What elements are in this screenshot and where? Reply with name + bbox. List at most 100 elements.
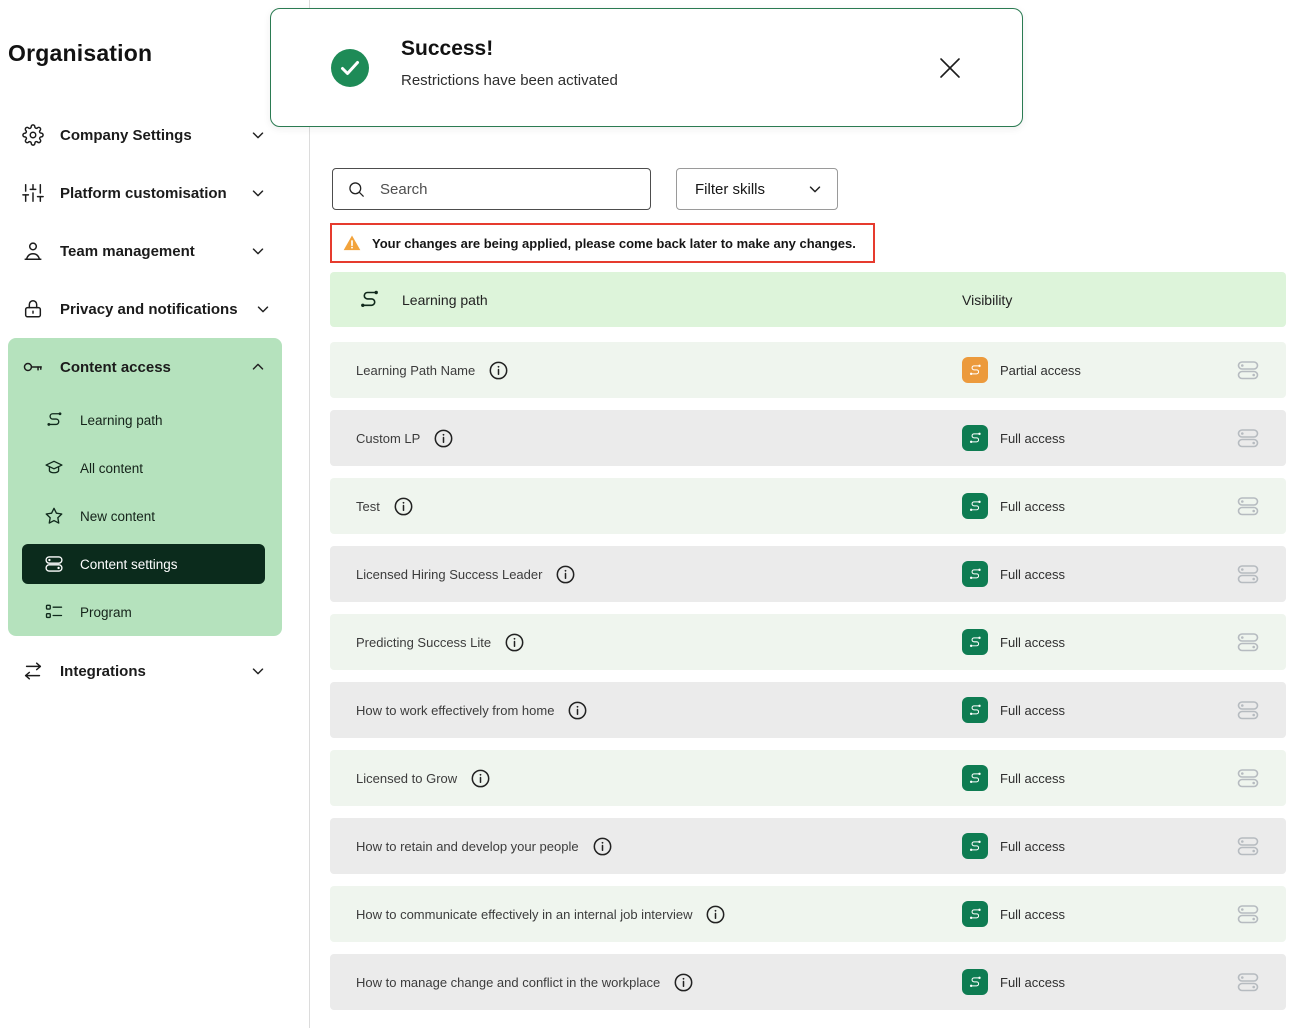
sidebar: Organisation Company Settings Platform c… bbox=[0, 0, 310, 1028]
sidebar-item-learning-path[interactable]: Learning path bbox=[8, 396, 282, 444]
sliders-icon bbox=[22, 182, 44, 204]
info-icon[interactable] bbox=[568, 701, 587, 720]
person-icon bbox=[22, 240, 44, 262]
info-icon[interactable] bbox=[471, 769, 490, 788]
sidebar-item-all-content[interactable]: All content bbox=[8, 444, 282, 492]
close-icon[interactable] bbox=[936, 54, 964, 82]
table-header-row: Learning path Visibility bbox=[330, 272, 1286, 327]
access-label: Partial access bbox=[1000, 363, 1081, 378]
sidebar-item-privacy-notifications[interactable]: Privacy and notifications bbox=[0, 280, 309, 338]
info-icon[interactable] bbox=[674, 973, 693, 992]
search-input[interactable] bbox=[378, 180, 636, 199]
key-icon bbox=[22, 356, 44, 378]
table-row: Custom LP Full access bbox=[330, 410, 1286, 466]
access-badge-icon bbox=[962, 697, 988, 723]
toast-title: Success! bbox=[401, 37, 618, 61]
sidebar-item-content-access[interactable]: Content access bbox=[8, 338, 282, 396]
toggle-icon[interactable] bbox=[1234, 902, 1262, 926]
row-title: Licensed to Grow bbox=[356, 771, 457, 786]
sidebar-item-label: Company Settings bbox=[60, 127, 192, 144]
sidebar-item-program[interactable]: Program bbox=[8, 588, 282, 636]
sidebar-nav: Company Settings Platform customisation … bbox=[0, 106, 309, 700]
access-badge-icon bbox=[962, 357, 988, 383]
info-icon[interactable] bbox=[556, 565, 575, 584]
access-badge-icon bbox=[962, 765, 988, 791]
table-row: How to manage change and conflict in the… bbox=[330, 954, 1286, 1010]
info-icon[interactable] bbox=[489, 361, 508, 380]
toggle-icon[interactable] bbox=[1234, 358, 1262, 382]
sidebar-item-integrations[interactable]: Integrations bbox=[0, 642, 309, 700]
row-title: Predicting Success Lite bbox=[356, 635, 491, 650]
sidebar-item-content-settings[interactable]: Content settings bbox=[22, 544, 265, 584]
sidebar-item-platform-customisation[interactable]: Platform customisation bbox=[0, 164, 309, 222]
sidebar-item-label: Content access bbox=[60, 359, 171, 376]
info-icon[interactable] bbox=[505, 633, 524, 652]
row-title: How to work effectively from home bbox=[356, 703, 554, 718]
sidebar-subitem-label: Learning path bbox=[80, 413, 163, 428]
sidebar-item-new-content[interactable]: New content bbox=[8, 492, 282, 540]
success-toast: Success! Restrictions have been activate… bbox=[270, 8, 1023, 127]
toggle-icon[interactable] bbox=[1234, 426, 1262, 450]
learning-path-icon bbox=[44, 410, 64, 430]
toolbar: Filter skills bbox=[332, 168, 838, 210]
gear-icon bbox=[22, 124, 44, 146]
toggles-icon bbox=[44, 554, 64, 574]
chevron-down-icon bbox=[806, 180, 824, 198]
chevron-down-icon bbox=[249, 184, 267, 202]
info-icon[interactable] bbox=[434, 429, 453, 448]
sidebar-subitem-label: Content settings bbox=[80, 557, 178, 572]
access-label: Full access bbox=[1000, 975, 1065, 990]
table-body: Learning Path Name Partial access Custom… bbox=[330, 342, 1286, 1010]
sidebar-subitem-label: All content bbox=[80, 461, 143, 476]
toggle-icon[interactable] bbox=[1234, 562, 1262, 586]
program-list-icon bbox=[44, 602, 64, 622]
changes-applying-warning-banner: Your changes are being applied, please c… bbox=[330, 223, 875, 263]
sidebar-item-company-settings[interactable]: Company Settings bbox=[0, 106, 309, 164]
row-title: Licensed Hiring Success Leader bbox=[356, 567, 542, 582]
access-badge-icon bbox=[962, 425, 988, 451]
toast-message: Restrictions have been activated bbox=[401, 72, 618, 89]
chevron-up-icon bbox=[249, 358, 267, 376]
chevron-down-icon bbox=[249, 126, 267, 144]
graduation-cap-icon bbox=[44, 458, 64, 478]
table-row: Learning Path Name Partial access bbox=[330, 342, 1286, 398]
access-badge-icon bbox=[962, 629, 988, 655]
access-badge-icon bbox=[962, 901, 988, 927]
toggle-icon[interactable] bbox=[1234, 494, 1262, 518]
learning-path-table: Learning path Visibility Learning Path N… bbox=[330, 272, 1286, 1022]
toggle-icon[interactable] bbox=[1234, 970, 1262, 994]
access-label: Full access bbox=[1000, 703, 1065, 718]
access-label: Full access bbox=[1000, 907, 1065, 922]
filter-skills-dropdown[interactable]: Filter skills bbox=[676, 168, 838, 210]
sidebar-item-label: Integrations bbox=[60, 663, 146, 680]
access-label: Full access bbox=[1000, 499, 1065, 514]
toggle-icon[interactable] bbox=[1234, 698, 1262, 722]
search-icon bbox=[347, 180, 366, 199]
access-label: Full access bbox=[1000, 839, 1065, 854]
row-title: Learning Path Name bbox=[356, 363, 475, 378]
info-icon[interactable] bbox=[394, 497, 413, 516]
row-title: How to retain and develop your people bbox=[356, 839, 579, 854]
access-badge-icon bbox=[962, 561, 988, 587]
success-check-icon bbox=[331, 49, 369, 87]
table-row: Licensed to Grow Full access bbox=[330, 750, 1286, 806]
access-label: Full access bbox=[1000, 771, 1065, 786]
toggle-icon[interactable] bbox=[1234, 630, 1262, 654]
chevron-down-icon bbox=[249, 242, 267, 260]
sidebar-item-team-management[interactable]: Team management bbox=[0, 222, 309, 280]
row-title: How to manage change and conflict in the… bbox=[356, 975, 660, 990]
main-content: Filter skills Your changes are being app… bbox=[330, 0, 1286, 1028]
chevron-down-icon bbox=[254, 300, 272, 318]
info-icon[interactable] bbox=[593, 837, 612, 856]
info-icon[interactable] bbox=[706, 905, 725, 924]
access-badge-icon bbox=[962, 833, 988, 859]
access-badge-icon bbox=[962, 493, 988, 519]
chevron-down-icon bbox=[249, 662, 267, 680]
star-icon bbox=[44, 506, 64, 526]
column-header-visibility: Visibility bbox=[962, 292, 1262, 308]
table-row: Licensed Hiring Success Leader Full acce… bbox=[330, 546, 1286, 602]
toggle-icon[interactable] bbox=[1234, 766, 1262, 790]
toggle-icon[interactable] bbox=[1234, 834, 1262, 858]
access-badge-icon bbox=[962, 969, 988, 995]
table-row: How to work effectively from home Full a… bbox=[330, 682, 1286, 738]
